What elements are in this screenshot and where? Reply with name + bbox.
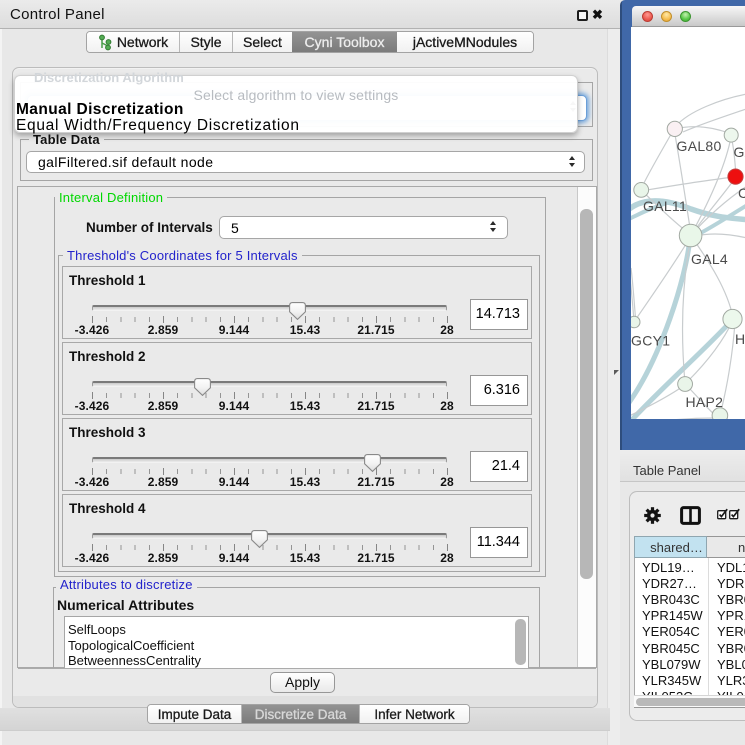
svg-text:H: H [735,331,745,347]
svg-text:GAL4: GAL4 [691,251,728,267]
svg-text:GA: GA [734,144,745,160]
svg-text:GCY1: GCY1 [631,333,670,349]
svg-text:GAL11: GAL11 [643,198,687,214]
svg-text:C: C [738,185,745,201]
svg-text:GAL80: GAL80 [677,138,722,154]
svg-text:HAP2: HAP2 [686,394,724,410]
